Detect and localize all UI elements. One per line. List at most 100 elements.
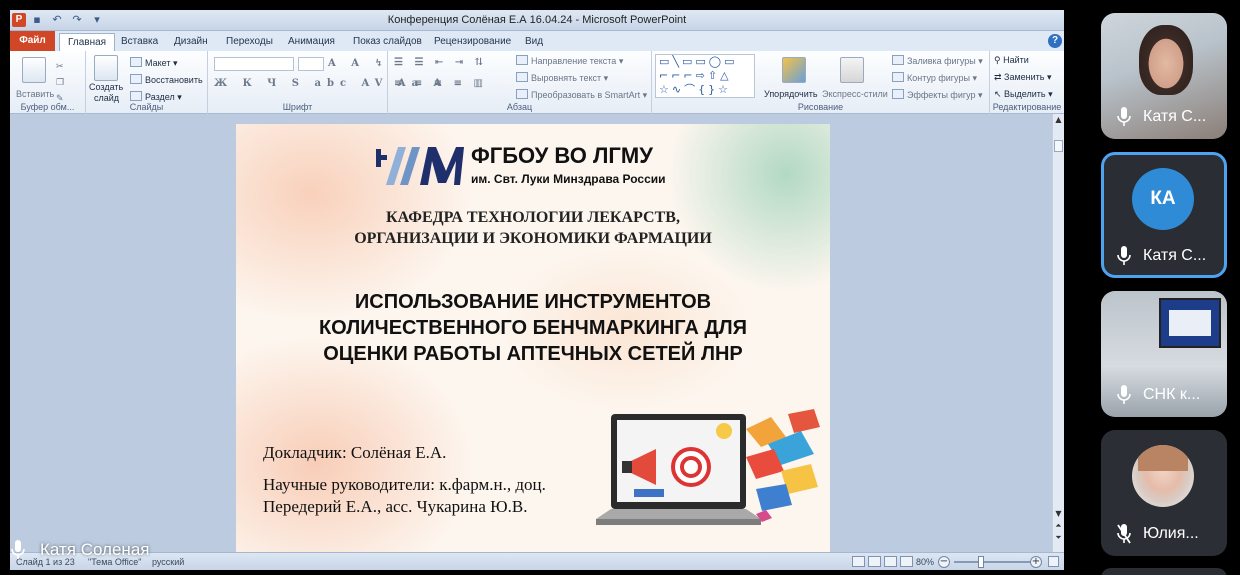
group-label-clipboard: Буфер обм... — [20, 102, 75, 112]
arrange-icon[interactable] — [782, 57, 806, 83]
tab-insert[interactable]: Вставка — [113, 33, 166, 51]
new-slide-button[interactable]: Создать — [89, 82, 123, 93]
tab-animation[interactable]: Анимация — [280, 33, 343, 51]
scroll-up-icon[interactable]: ▲ — [1054, 116, 1063, 124]
shape-fill-button[interactable]: Заливка фигуры ▾ — [892, 55, 983, 67]
shared-screen: P ▪ ↶ ↷ ▾ Конференция Солёная Е.А 16.04.… — [0, 0, 1090, 575]
shape-outline-icon — [892, 72, 904, 82]
paste-button[interactable]: Вставить — [16, 89, 54, 100]
section-icon — [130, 91, 142, 101]
tab-transitions[interactable]: Переходы — [218, 33, 281, 51]
previous-slide-icon[interactable]: ⏶ — [1054, 522, 1063, 530]
text-direction-icon — [516, 55, 528, 65]
marketing-laptop-illustration — [596, 409, 820, 525]
participant-tile[interactable]: СНК к... — [1101, 291, 1227, 417]
microphone-muted-icon — [1117, 524, 1131, 544]
quick-styles-icon[interactable] — [840, 57, 864, 83]
participant-tile[interactable]: Юлия... — [1101, 430, 1227, 556]
reset-button[interactable]: Восстановить — [130, 74, 203, 86]
avatar — [1132, 445, 1194, 507]
copy-icon[interactable]: ❐ — [56, 77, 64, 88]
group-clipboard: Вставить ✂ ❐ ✎ Буфер обм... — [10, 51, 86, 114]
font-name-combo[interactable] — [214, 57, 294, 71]
participant-tile[interactable]: Катя С... — [1101, 13, 1227, 139]
layout-icon — [130, 57, 142, 67]
ribbon-tabs: Файл Главная Вставка Дизайн Переходы Ани… — [10, 31, 1064, 51]
avatar: КА — [1132, 168, 1194, 230]
presentation-title: ИСПОЛЬЗОВАНИЕ ИНСТРУМЕНТОВ КОЛИЧЕСТВЕННО… — [318, 291, 748, 365]
tab-view[interactable]: Вид — [517, 33, 551, 51]
binoculars-icon: ⚲ — [994, 55, 1004, 65]
ribbon: Вставить ✂ ❐ ✎ Буфер обм... Создать слай… — [10, 51, 1064, 114]
next-slide-icon[interactable]: ⏷ — [1054, 534, 1063, 542]
presenter-name: Катя Соленая — [40, 540, 150, 559]
shapes-gallery[interactable]: ▭╲▭▭◯▭ ⌐⌐⌐⇨⇧△ ☆∿⌒{}☆ — [655, 54, 755, 98]
quick-styles-button[interactable]: Экспресс-стили — [822, 89, 888, 100]
slide-sorter-icon[interactable] — [868, 556, 881, 567]
smartart-icon — [516, 89, 528, 99]
participant-name: Юлия... — [1143, 525, 1199, 542]
zoom-slider-thumb[interactable] — [978, 556, 984, 568]
reading-view-icon[interactable] — [884, 556, 897, 567]
slideshow-icon[interactable] — [900, 556, 913, 567]
group-editing: ⚲ Найти ⇄ Заменить ▾ ↖ Выделить ▾ Редакт… — [990, 51, 1064, 114]
find-button[interactable]: ⚲ Найти — [994, 55, 1029, 66]
text-direction-button[interactable]: Направление текста ▾ — [516, 55, 623, 67]
slide-canvas[interactable]: ФГБОУ ВО ЛГМУ им. Свт. Луки Минздрава Ро… — [236, 124, 830, 558]
select-button[interactable]: ↖ Выделить ▾ — [994, 89, 1053, 100]
new-slide-icon[interactable] — [94, 55, 118, 81]
help-icon[interactable]: ? — [1048, 34, 1062, 48]
microphone-icon — [1117, 107, 1131, 126]
normal-view-icon[interactable] — [852, 556, 865, 567]
zoom-slider[interactable] — [954, 561, 1036, 563]
arrange-button[interactable]: Упорядочить — [764, 89, 818, 100]
slide-workspace: ФГБОУ ВО ЛГМУ им. Свт. Луки Минздрава Ро… — [10, 114, 1064, 558]
shape-effects-button[interactable]: Эффекты фигур ▾ — [892, 89, 983, 101]
cut-icon[interactable]: ✂ — [56, 61, 64, 72]
department-name: КАФЕДРА ТЕХНОЛОГИИ ЛЕКАРСТВ, ОРГАНИЗАЦИИ… — [354, 209, 712, 247]
university-logo — [376, 147, 464, 185]
tab-file[interactable]: Файл — [10, 31, 55, 51]
group-label-editing: Редактирование — [992, 102, 1062, 112]
vertical-scrollbar[interactable]: ▲ ▼ ⏶ ⏷ — [1052, 114, 1064, 552]
participant-tile-active[interactable]: КА Катя С... — [1101, 152, 1227, 278]
list-buttons[interactable]: ☰ ☰ ⇤ ⇥ ⇅ — [394, 57, 487, 69]
tab-slideshow[interactable]: Показ слайдов — [345, 33, 430, 51]
powerpoint-window: P ▪ ↶ ↷ ▾ Конференция Солёная Е.А 16.04.… — [10, 10, 1064, 570]
layout-button[interactable]: Макет ▾ — [130, 57, 178, 69]
group-slides: Создать слайд Макет ▾ Восстановить Разде… — [86, 51, 208, 114]
participant-tile[interactable] — [1101, 568, 1227, 575]
zoom-in-icon[interactable]: + — [1030, 556, 1042, 568]
window-title: Конференция Солёная Е.А 16.04.24 - Micro… — [387, 14, 687, 26]
tab-home[interactable]: Главная — [59, 33, 116, 51]
group-label-paragraph: Абзац — [506, 102, 533, 112]
reset-icon — [130, 74, 142, 84]
participant-name: Катя С... — [1143, 108, 1207, 125]
replace-button[interactable]: ⇄ Заменить ▾ — [994, 72, 1052, 83]
zoom-level[interactable]: 80% — [916, 556, 934, 568]
group-paragraph: ☰ ☰ ⇤ ⇥ ⇅ ≡ ≡ ≡ ≡ ▥ Направление текста ▾… — [388, 51, 652, 114]
scrollbar-thumb[interactable] — [1054, 140, 1063, 152]
zoom-out-icon[interactable]: − — [938, 556, 950, 568]
status-bar: Слайд 1 из 23 "Тема Office" русский 80% … — [10, 552, 1064, 570]
microphone-icon — [11, 540, 25, 559]
font-size-buttons[interactable]: A A ↯ — [328, 58, 389, 70]
fit-slide-icon[interactable] — [1048, 556, 1059, 567]
shape-outline-button[interactable]: Контур фигуры ▾ — [892, 72, 977, 84]
language-indicator[interactable]: русский — [152, 556, 184, 568]
paste-icon[interactable] — [22, 57, 46, 83]
group-label-font: Шрифт — [282, 102, 313, 112]
group-font: A A ↯ Ж К Ч S abc AV Aa A Шрифт — [208, 51, 441, 114]
align-buttons[interactable]: ≡ ≡ ≡ ≡ ▥ — [394, 78, 487, 90]
advisors-block: Научные руководители: к.фарм.н., доц. Пе… — [263, 475, 546, 516]
align-text-button[interactable]: Выровнять текст ▾ — [516, 72, 608, 84]
tab-design[interactable]: Дизайн — [166, 33, 216, 51]
cursor-icon: ↖ — [994, 89, 1005, 99]
smartart-button[interactable]: Преобразовать в SmartArt ▾ — [516, 89, 647, 101]
group-label-slides: Слайды — [129, 102, 164, 112]
font-size-combo[interactable] — [298, 57, 324, 71]
align-text-icon — [516, 72, 528, 82]
org-name: ФГБОУ ВО ЛГМУ — [471, 143, 653, 168]
tab-review[interactable]: Рецензирование — [426, 33, 519, 51]
scroll-down-icon[interactable]: ▼ — [1054, 510, 1063, 518]
